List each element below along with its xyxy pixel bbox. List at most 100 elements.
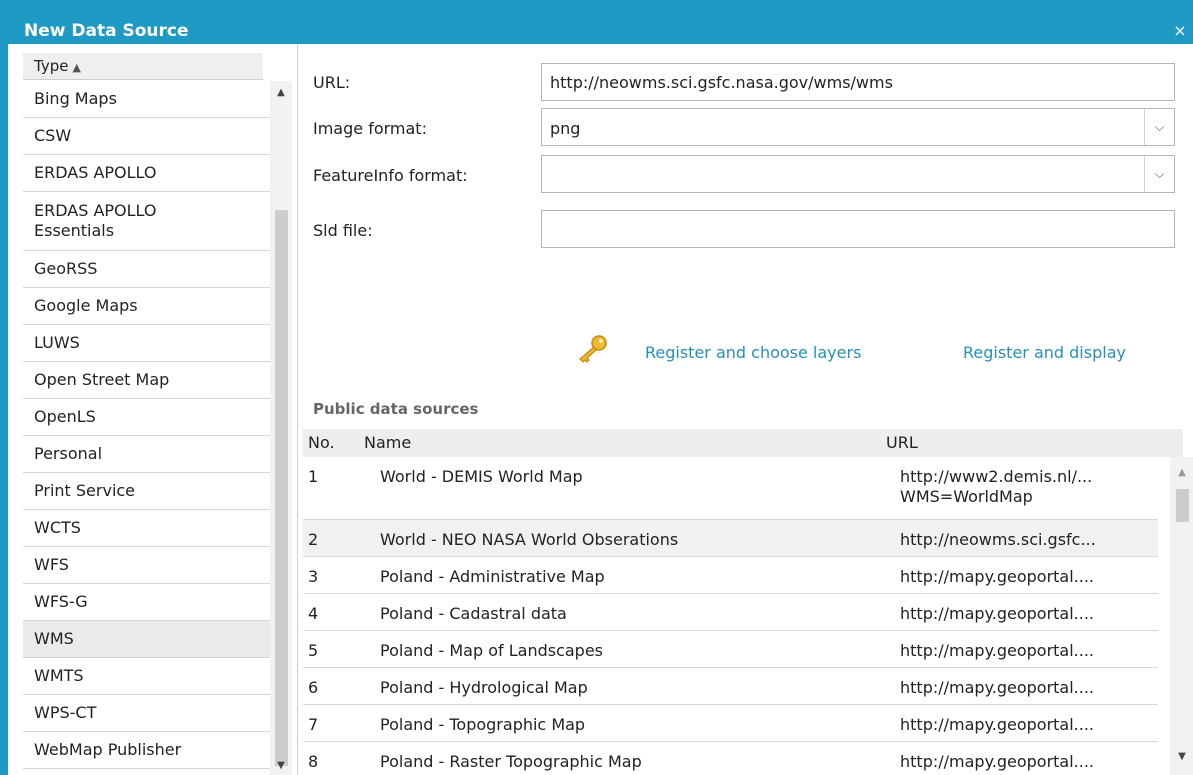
row-url: http://mapy.geoportal....: [900, 678, 1158, 698]
column-header-name[interactable]: Name: [364, 433, 411, 453]
type-item-label: Bing Maps: [34, 89, 117, 108]
image-format-select[interactable]: png ⌵: [541, 108, 1175, 146]
url-input[interactable]: [541, 63, 1175, 101]
row-url-line: http://mapy.geoportal....: [900, 567, 1095, 586]
featureinfo-format-select[interactable]: ⌵: [541, 155, 1175, 193]
scrollbar-thumb[interactable]: [275, 210, 288, 766]
column-header-url[interactable]: URL: [886, 433, 918, 453]
chevron-down-icon[interactable]: ⌵: [1144, 109, 1174, 145]
key-icon: [579, 335, 607, 363]
table-row[interactable]: 4 Poland - Cadastral data http://mapy.geop…: [303, 594, 1158, 631]
register-and-choose-layers-link[interactable]: Register and choose layers: [645, 343, 861, 363]
type-item[interactable]: LUWS: [23, 325, 270, 362]
scroll-up-arrow-icon[interactable]: ▲: [270, 85, 292, 101]
row-number: 7: [308, 715, 319, 734]
chevron-down-icon[interactable]: ⌵: [1144, 156, 1174, 192]
type-item[interactable]: WebMap Publisher: [23, 732, 270, 769]
grid-header: No. Name URL: [303, 429, 1183, 457]
type-item-label: ERDAS APOLLO Essentials: [34, 201, 157, 240]
sld-file-input[interactable]: [541, 210, 1175, 248]
url-label: URL:: [313, 73, 351, 92]
row-name: World - DEMIS World Map: [380, 467, 583, 486]
register-and-display-link[interactable]: Register and display: [963, 343, 1126, 363]
row-url-line: http://mapy.geoportal....: [900, 641, 1095, 660]
image-format-value: png: [550, 119, 581, 138]
row-number: 8: [308, 752, 319, 771]
type-item[interactable]: WMS: [23, 621, 270, 658]
type-item[interactable]: Bing Maps: [23, 81, 270, 118]
type-item[interactable]: GeoRSS: [23, 251, 270, 288]
row-name: Poland - Topographic Map: [380, 715, 586, 734]
type-item[interactable]: WCTS: [23, 510, 270, 547]
scroll-up-arrow-icon[interactable]: ▲: [1170, 465, 1193, 481]
close-icon[interactable]: ×: [1171, 20, 1189, 42]
type-list-panel: Type ▲ Bing Maps CSW ERDAS APOLLO ERDAS APOL…: [8, 44, 298, 775]
row-number: 4: [308, 604, 319, 623]
image-format-label: Image format:: [313, 119, 427, 138]
grid-scrollbar[interactable]: ▲ ▼: [1170, 457, 1193, 775]
table-row[interactable]: 3 Poland - Administrative Map http://mapy.…: [303, 557, 1158, 594]
row-url: http://neowms.sci.gsfc...: [900, 530, 1158, 550]
table-row[interactable]: 1 World - DEMIS World Map http://www2.demi…: [303, 457, 1158, 520]
type-item[interactable]: ERDAS APOLLO Essentials: [23, 192, 270, 251]
type-column-header[interactable]: Type ▲: [23, 53, 263, 80]
column-header-no[interactable]: No.: [308, 433, 335, 453]
type-list-scrollbar[interactable]: ▲ ▼: [270, 81, 292, 775]
row-url-line: WMS=WorldMap: [900, 487, 1033, 506]
row-name: World - NEO NASA World Obserations: [380, 530, 679, 549]
sld-file-label: Sld file:: [313, 221, 373, 240]
row-name: Poland - Cadastral data: [380, 604, 567, 623]
sort-ascending-icon: ▲: [72, 61, 81, 74]
table-row[interactable]: 5 Poland - Map of Landscapes http://mapy.g…: [303, 631, 1158, 668]
type-item[interactable]: WFS-G: [23, 584, 270, 621]
dialog-title: New Data Source: [24, 21, 189, 41]
row-number: 6: [308, 678, 319, 697]
row-name: Poland - Administrative Map: [380, 567, 605, 586]
row-name: Poland - Raster Topographic Map: [380, 752, 642, 771]
type-item-label: WCTS: [34, 518, 81, 537]
type-item-label: Print Service: [34, 481, 136, 500]
table-row[interactable]: 7 Poland - Topographic Map http://mapy.geo…: [303, 705, 1158, 742]
scroll-down-arrow-icon[interactable]: ▼: [270, 758, 292, 774]
type-item[interactable]: CSW: [23, 118, 270, 155]
row-url: http://mapy.geoportal....: [900, 715, 1158, 735]
type-item[interactable]: Open Street Map: [23, 362, 270, 399]
type-item[interactable]: WPS-CT: [23, 695, 270, 732]
row-name: Poland - Map of Landscapes: [380, 641, 604, 660]
scroll-down-arrow-icon[interactable]: ▼: [1170, 749, 1193, 765]
type-item-label: Personal: [34, 444, 103, 463]
row-url: http://mapy.geoportal....: [900, 604, 1158, 624]
type-item[interactable]: OpenLS: [23, 399, 270, 436]
row-url: http://mapy.geoportal....: [900, 641, 1158, 661]
table-row[interactable]: 6 Poland - Hydrological Map http://mapy.ge…: [303, 668, 1158, 705]
row-number: 1: [308, 467, 319, 486]
row-url: http://www2.demis.nl/... WMS=WorldMap: [900, 467, 1158, 507]
public-sources-grid: No. Name URL 1 World - DEMIS World Map htt…: [303, 429, 1193, 775]
type-item-label: ERDAS APOLLO: [34, 163, 157, 182]
data-source-form: URL: Image format: png ⌵ FeatureInfo for…: [299, 44, 1193, 775]
type-item-label: WMS: [34, 629, 74, 648]
featureinfo-format-label: FeatureInfo format:: [313, 166, 468, 185]
type-item[interactable]: Personal: [23, 436, 270, 473]
row-url-line: http://mapy.geoportal....: [900, 752, 1095, 771]
row-number: 5: [308, 641, 319, 660]
row-number: 2: [308, 530, 319, 549]
type-list: Bing Maps CSW ERDAS APOLLO ERDAS APOLLO Ess…: [23, 81, 270, 769]
type-item-label: OpenLS: [34, 407, 96, 426]
row-url: http://mapy.geoportal....: [900, 752, 1158, 772]
scrollbar-thumb[interactable]: [1176, 489, 1189, 522]
table-row[interactable]: 8 Poland - Raster Topographic Map http://m…: [303, 742, 1158, 775]
table-row[interactable]: 2 World - NEO NASA World Obserations http:…: [303, 520, 1158, 557]
row-url-line: http://www2.demis.nl/...: [900, 467, 1093, 486]
type-item[interactable]: ERDAS APOLLO: [23, 155, 270, 192]
dialog-titlebar[interactable]: New Data Source ×: [0, 0, 1193, 44]
type-item-label: WPS-CT: [34, 703, 97, 722]
type-item[interactable]: WMTS: [23, 658, 270, 695]
type-item[interactable]: Print Service: [23, 473, 270, 510]
grid-rows: 1 World - DEMIS World Map http://www2.demi…: [303, 457, 1158, 775]
public-data-sources-title: Public data sources: [313, 400, 479, 418]
type-item[interactable]: WFS: [23, 547, 270, 584]
row-url-line: http://mapy.geoportal....: [900, 715, 1095, 734]
type-item-label: LUWS: [34, 333, 80, 352]
type-item[interactable]: Google Maps: [23, 288, 270, 325]
